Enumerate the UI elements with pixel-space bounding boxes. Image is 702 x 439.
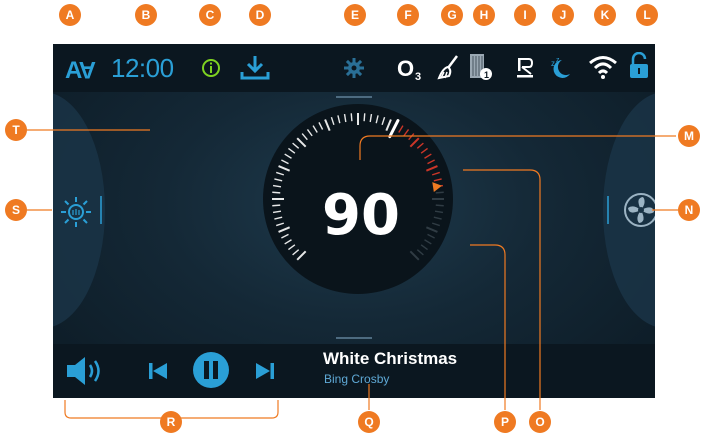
callout-c: C [199,4,221,26]
callout-a: A [59,4,81,26]
callout-i: I [514,4,536,26]
callout-h: H [473,4,495,26]
callout-s: S [5,199,27,221]
callout-m: M [678,125,700,147]
callout-r: R [160,411,182,433]
callout-d: D [249,4,271,26]
callout-q: Q [358,411,380,433]
callout-p: P [494,411,516,433]
callout-j: J [552,4,574,26]
callout-lines [27,129,678,419]
callout-o: O [529,411,551,433]
callout-k: K [594,4,616,26]
callout-b: B [135,4,157,26]
callout-n: N [678,199,700,221]
callout-l: L [636,4,658,26]
callout-e: E [344,4,366,26]
callout-t: T [5,119,27,141]
callout-f: F [397,4,419,26]
callout-g: G [441,4,463,26]
